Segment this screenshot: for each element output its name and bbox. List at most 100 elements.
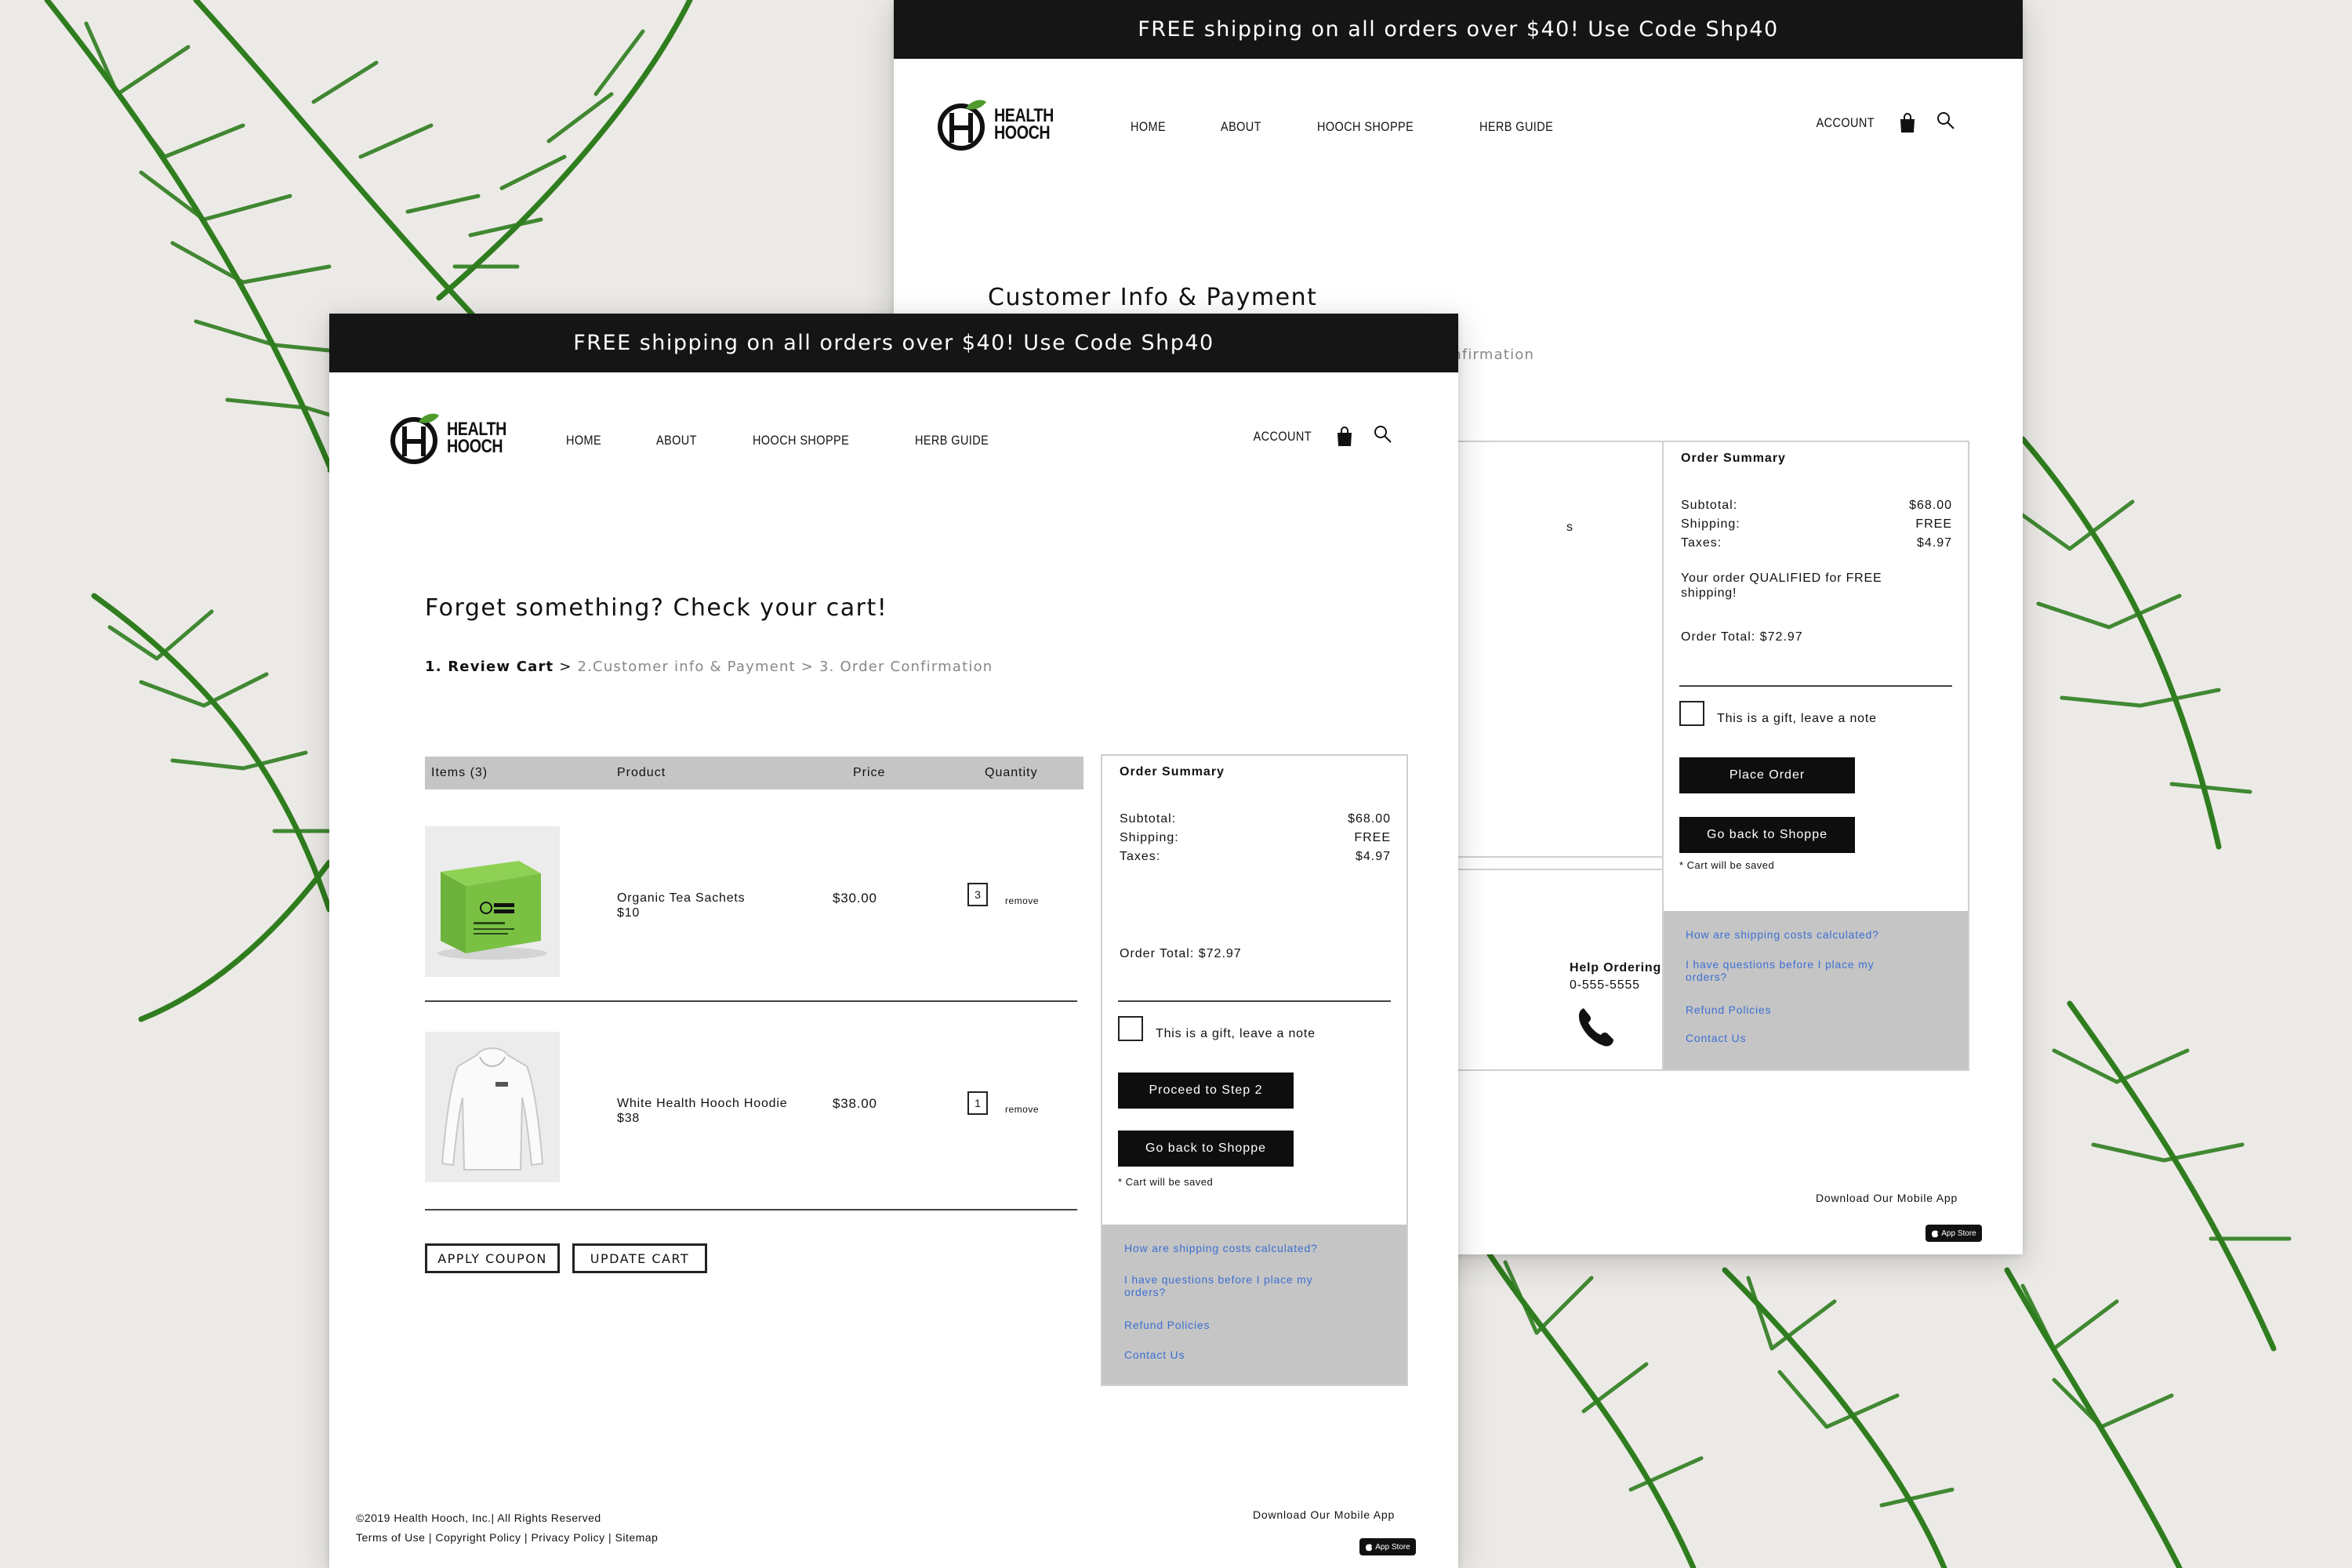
health-hooch-logo[interactable]: HEALTH HOOCH: [387, 409, 520, 467]
subtotal-value: $68.00: [1348, 812, 1391, 826]
promo-banner: FREE shipping on all orders over $40! Us…: [329, 314, 1458, 372]
taxes-label: Taxes:: [1120, 850, 1161, 863]
nav-home[interactable]: HOME: [1131, 119, 1166, 135]
line-price: $38.00: [833, 1096, 877, 1111]
nav-about[interactable]: ABOUT: [1221, 119, 1261, 135]
green-tea-box-image: [425, 826, 560, 977]
account-link[interactable]: ACCOUNT: [1254, 429, 1312, 445]
shipping-value: FREE: [1915, 517, 1952, 531]
nav-home[interactable]: HOME: [566, 433, 601, 448]
taxes-value: $4.97: [1355, 850, 1391, 863]
utility-nav: ACCOUNT: [1811, 111, 1955, 133]
header-product: Product: [617, 766, 666, 779]
place-order-button[interactable]: Place Order: [1679, 757, 1855, 793]
help-link-refund-policies[interactable]: Refund Policies: [1686, 1004, 1771, 1016]
shipping-label: Shipping:: [1120, 831, 1179, 844]
help-link-refund-policies[interactable]: Refund Policies: [1124, 1319, 1210, 1331]
subtotal-row: Subtotal: $68.00: [1120, 812, 1391, 826]
shopping-bag-icon[interactable]: [1899, 113, 1916, 133]
product-thumbnail-hoodie[interactable]: [425, 1032, 560, 1182]
order-summary-title: Order Summary: [1120, 765, 1225, 779]
product-name-tea[interactable]: Organic Tea Sachets $10: [617, 891, 745, 920]
free-shipping-note: Your order QUALIFIED for FREE shipping!: [1681, 572, 1882, 600]
gift-checkbox[interactable]: [1118, 1016, 1143, 1041]
nav-herb-guide[interactable]: HERB GUIDE: [915, 433, 989, 448]
help-link-questions[interactable]: I have questions before I place my order…: [1686, 958, 1889, 983]
taxes-label: Taxes:: [1681, 536, 1722, 550]
app-store-label: App Store: [1941, 1229, 1976, 1238]
help-link-questions[interactable]: I have questions before I place my order…: [1124, 1273, 1328, 1298]
product-unit-price: $10: [617, 906, 641, 920]
utility-nav: ACCOUNT: [1248, 426, 1392, 447]
step-upcoming: 2.Customer info & Payment > 3. Order Con…: [577, 659, 993, 675]
download-app-text: Download Our Mobile App: [1816, 1192, 1958, 1204]
logo-text-line2: HOOCH: [994, 122, 1051, 143]
proceed-to-step-2-button[interactable]: Proceed to Step 2: [1118, 1073, 1294, 1109]
help-link-contact-us[interactable]: Contact Us: [1124, 1348, 1185, 1361]
help-links-panel: How are shipping costs calculated? I hav…: [1664, 911, 1968, 1069]
checkout-steps-breadcrumb: 1. Review Cart > 2.Customer info & Payme…: [425, 659, 993, 675]
update-cart-button[interactable]: UPDATE CART: [572, 1243, 707, 1273]
apple-icon: [1932, 1229, 1939, 1238]
gift-checkbox-label: This is a gift, leave a note: [1156, 1027, 1316, 1040]
product-thumbnail-tea[interactable]: [425, 826, 560, 977]
apple-icon: [1366, 1543, 1373, 1552]
back-to-shoppe-button[interactable]: Go back to Shoppe: [1118, 1131, 1294, 1167]
cart-saved-note: * Cart will be saved: [1679, 859, 1775, 871]
product-unit-price: $38: [617, 1112, 641, 1125]
subtotal-value: $68.00: [1909, 499, 1952, 512]
app-store-label: App Store: [1375, 1542, 1410, 1552]
search-icon[interactable]: [1936, 111, 1955, 130]
app-store-badge[interactable]: App Store: [1926, 1225, 1982, 1242]
shipping-row: Shipping: FREE: [1120, 831, 1391, 845]
white-hoodie-image: [425, 1032, 560, 1182]
account-link[interactable]: ACCOUNT: [1817, 115, 1875, 131]
phone-icon: [1578, 1008, 1613, 1047]
product-title: White Health Hooch Hoodie: [617, 1097, 788, 1110]
back-to-shoppe-button[interactable]: Go back to Shoppe: [1679, 817, 1855, 853]
help-link-shipping-costs[interactable]: How are shipping costs calculated?: [1686, 928, 1879, 941]
logo-text-line2: HOOCH: [447, 436, 503, 457]
shopping-bag-icon[interactable]: [1336, 426, 1353, 447]
header-quantity: Quantity: [985, 766, 1038, 779]
health-hooch-logo[interactable]: HEALTH HOOCH: [935, 96, 1067, 154]
product-name-hoodie[interactable]: White Health Hooch Hoodie $38: [617, 1096, 787, 1126]
shipping-label: Shipping:: [1681, 517, 1740, 531]
apply-coupon-button[interactable]: APPLY COUPON: [425, 1243, 560, 1273]
order-total: Order Total: $72.97: [1681, 630, 1803, 644]
promo-banner: FREE shipping on all orders over $40! Us…: [894, 0, 2023, 59]
help-link-shipping-costs[interactable]: How are shipping costs calculated?: [1124, 1242, 1318, 1254]
logo-emblem-icon: [390, 413, 439, 464]
row-divider: [425, 1209, 1077, 1210]
gift-checkbox[interactable]: [1679, 701, 1704, 726]
order-summary-panel: Order Summary Subtotal: $68.00 Shipping: F…: [1662, 441, 1969, 1071]
app-store-badge[interactable]: App Store: [1359, 1538, 1416, 1555]
summary-divider: [1679, 685, 1952, 687]
logo-emblem-icon: [938, 100, 986, 151]
remove-link[interactable]: remove: [1005, 895, 1039, 906]
summary-divider: [1118, 1000, 1391, 1002]
taxes-row: Taxes: $4.97: [1681, 536, 1952, 550]
nav-hooch-shoppe[interactable]: HOOCH SHOPPE: [753, 433, 849, 448]
cart-table-header: Items (3) Product Price Quantity: [425, 757, 1083, 789]
shipping-row: Shipping: FREE: [1681, 517, 1952, 532]
help-phone-number[interactable]: 0-555-5555: [1570, 978, 1640, 993]
order-summary-title: Order Summary: [1681, 452, 1786, 465]
subtotal-row: Subtotal: $68.00: [1681, 499, 1952, 513]
page-title: Customer Info & Payment: [988, 284, 1318, 311]
help-link-contact-us[interactable]: Contact Us: [1686, 1032, 1746, 1044]
header-price: Price: [853, 766, 886, 779]
page-title: Forget something? Check your cart!: [425, 594, 888, 622]
nav-about[interactable]: ABOUT: [656, 433, 697, 448]
quantity-input[interactable]: 3: [967, 883, 988, 906]
order-summary-panel: Order Summary Subtotal: $68.00 Shipping: F…: [1101, 754, 1408, 1386]
step-separator: >: [554, 659, 578, 675]
nav-hooch-shoppe[interactable]: HOOCH SHOPPE: [1317, 119, 1414, 135]
nav-herb-guide[interactable]: HERB GUIDE: [1479, 119, 1553, 135]
quantity-input[interactable]: 1: [967, 1091, 988, 1115]
remove-link[interactable]: remove: [1005, 1104, 1039, 1115]
site-footer: ©2019 Health Hooch, Inc.| All Rights Res…: [356, 1508, 658, 1548]
footer-links[interactable]: Terms of Use | Copyright Policy | Privac…: [356, 1528, 658, 1548]
search-icon[interactable]: [1374, 425, 1392, 444]
copyright-text: ©2019 Health Hooch, Inc.| All Rights Res…: [356, 1512, 601, 1524]
